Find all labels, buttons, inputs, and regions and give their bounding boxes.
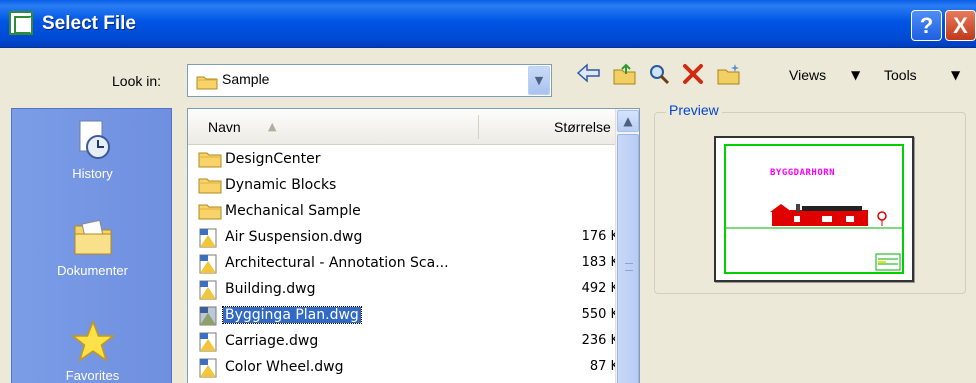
dwg-file-icon	[198, 358, 220, 382]
file-name: DesignCenter	[225, 151, 321, 167]
history-icon	[70, 120, 116, 166]
place-history[interactable]: History	[12, 117, 173, 181]
look-in-combobox[interactable]: Sample ▼	[187, 64, 552, 97]
places-bar: History Dokumenter Favorites	[11, 108, 172, 383]
dwg-file-icon	[198, 332, 220, 356]
dwg-file-icon	[198, 228, 220, 252]
folder-icon	[198, 150, 222, 172]
scroll-thumb[interactable]	[617, 134, 639, 383]
dwg-file-icon	[198, 254, 220, 278]
place-documents[interactable]: Dokumenter	[12, 214, 173, 278]
column-size-header[interactable]: Størrelse	[554, 119, 611, 135]
building-drawing	[726, 204, 902, 271]
file-name: Carriage.dwg	[225, 333, 319, 349]
look-in-value: Sample	[222, 71, 270, 87]
file-name: Mechanical Sample	[225, 203, 361, 219]
dwg-file-icon	[198, 306, 220, 330]
vertical-scrollbar[interactable]: ▲	[615, 109, 639, 383]
look-in-label: Look in:	[112, 73, 162, 89]
tools-chevron-down-icon[interactable]: ▼	[951, 68, 960, 82]
folder-icon	[196, 74, 218, 94]
file-name: Air Suspension.dwg	[225, 229, 363, 245]
preview-thumbnail: BYGGDARHORN	[714, 136, 914, 282]
tools-menu[interactable]: Tools	[884, 67, 917, 83]
views-menu[interactable]: Views	[789, 67, 826, 83]
file-name: Color Wheel.dwg	[225, 359, 344, 375]
folder-icon	[198, 202, 222, 224]
column-divider[interactable]	[478, 115, 479, 139]
scroll-up-button[interactable]: ▲	[617, 110, 639, 132]
up-folder-icon[interactable]	[610, 62, 640, 92]
preview-label: Preview	[666, 102, 722, 118]
column-name-header[interactable]: Navn	[208, 119, 241, 135]
place-label: History	[72, 166, 113, 181]
list-item-selected[interactable]: Bygginga Plan.dwg 550 KB	[198, 303, 628, 330]
file-list-header: Navn ▲ Størrelse	[188, 109, 616, 145]
delete-icon[interactable]	[678, 62, 708, 92]
file-name: Building.dwg	[225, 281, 316, 297]
list-item[interactable]: Air Suspension.dwg 176 KB	[198, 225, 628, 252]
file-name: Dynamic Blocks	[225, 177, 337, 193]
title-bar: Select File ? X	[0, 0, 976, 48]
list-item[interactable]: Color Wheel.dwg 87 KB	[198, 355, 628, 382]
dialog-title: Select File	[42, 13, 136, 34]
folder-icon	[198, 176, 222, 198]
views-chevron-down-icon[interactable]: ▼	[851, 68, 860, 82]
list-item[interactable]: Carriage.dwg 236 KB	[198, 329, 628, 356]
documents-icon	[70, 219, 116, 263]
place-favorites[interactable]: Favorites	[12, 319, 173, 383]
file-name: Bygginga Plan.dwg	[222, 306, 362, 324]
file-list[interactable]: Navn ▲ Størrelse DesignCenter Dynamic Bl…	[187, 108, 640, 383]
drawing-frame: BYGGDARHORN	[724, 144, 904, 274]
new-folder-icon[interactable]	[714, 62, 744, 92]
back-icon[interactable]	[574, 62, 604, 92]
list-item[interactable]: Building.dwg 492 KB	[198, 277, 628, 304]
favorites-icon	[70, 319, 116, 368]
list-item[interactable]: Architectural - Annotation Sca... 183 KB	[198, 251, 628, 278]
grip-icon	[625, 263, 633, 271]
list-item[interactable]: Dynamic Blocks	[198, 173, 614, 199]
file-name: Architectural - Annotation Sca...	[225, 255, 449, 271]
help-button[interactable]: ?	[911, 10, 942, 41]
list-item[interactable]: DesignCenter	[198, 147, 614, 173]
dwg-file-icon	[198, 280, 220, 304]
place-label: Favorites	[65, 368, 120, 383]
search-icon[interactable]	[644, 62, 674, 92]
chevron-down-icon[interactable]: ▼	[528, 66, 550, 95]
place-label: Dokumenter	[57, 263, 128, 278]
close-button[interactable]: X	[945, 10, 976, 41]
list-item[interactable]: Mechanical Sample	[198, 199, 614, 225]
sort-ascending-icon: ▲	[268, 120, 277, 133]
app-icon	[9, 11, 33, 35]
